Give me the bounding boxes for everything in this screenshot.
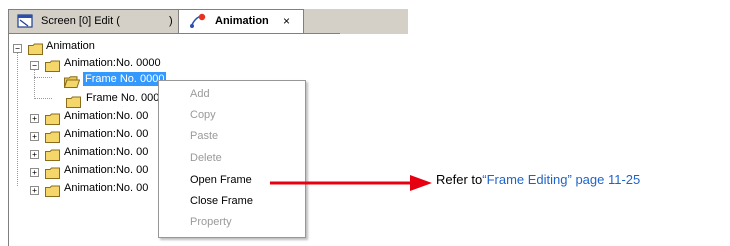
tree-node-frame-selected[interactable]: Frame No. 0000 — [83, 72, 167, 86]
menu-item-open-frame[interactable]: Open Frame — [190, 174, 252, 186]
folder-icon — [45, 128, 60, 143]
menu-item-add[interactable]: Add — [190, 88, 210, 100]
expand-icon[interactable]: + — [30, 168, 39, 177]
collapse-icon[interactable]: − — [30, 61, 39, 70]
tree-node-root[interactable]: Animation — [46, 39, 95, 53]
context-menu — [158, 80, 306, 238]
tree-node-group[interactable]: Animation:No. 00 — [64, 181, 148, 195]
tab-animation[interactable]: Animation × — [178, 9, 304, 33]
expand-icon[interactable]: + — [30, 186, 39, 195]
tab-screen-edit-label: Screen [0] Edit ( — [41, 15, 120, 27]
reference-note: Refer to“Frame Editing” page 11-25 — [436, 172, 640, 187]
folder-icon — [45, 110, 60, 125]
tree-node-group[interactable]: Animation:No. 00 — [64, 127, 148, 141]
tree-connector — [34, 98, 52, 99]
expand-icon[interactable]: + — [30, 150, 39, 159]
folder-icon — [45, 164, 60, 179]
tab-screen-edit-close[interactable]: ) — [169, 15, 173, 27]
note-link[interactable]: “Frame Editing” page 11-25 — [482, 172, 640, 187]
folder-icon — [45, 146, 60, 161]
tree-node-group[interactable]: Animation:No. 00 — [64, 109, 148, 123]
tab-animation-label: Animation — [215, 15, 269, 27]
collapse-icon[interactable]: − — [13, 44, 22, 53]
menu-item-copy[interactable]: Copy — [190, 109, 216, 121]
menu-item-close-frame[interactable]: Close Frame — [190, 195, 253, 207]
screen-icon — [17, 13, 33, 33]
tree-node-frame[interactable]: Frame No. 000 — [86, 91, 159, 105]
tab-screen-edit[interactable]: Screen [0] Edit ( ) — [8, 9, 186, 33]
tree-connector — [34, 66, 35, 99]
animation-icon — [189, 13, 207, 33]
menu-item-delete[interactable]: Delete — [190, 152, 222, 164]
tree-connector — [34, 77, 52, 78]
expand-icon[interactable]: + — [30, 114, 39, 123]
tree-node-group[interactable]: Animation:No. 00 — [64, 163, 148, 177]
note-prefix: Refer to — [436, 172, 483, 187]
menu-item-paste[interactable]: Paste — [190, 130, 218, 142]
tree-node-group[interactable]: Animation:No. 00 — [64, 145, 148, 159]
open-folder-icon — [63, 73, 81, 88]
folder-icon — [28, 40, 43, 55]
folder-icon — [45, 182, 60, 197]
folder-icon — [45, 57, 60, 72]
pointer-arrow-icon — [270, 175, 432, 191]
close-icon[interactable]: × — [283, 14, 290, 28]
expand-icon[interactable]: + — [30, 132, 39, 141]
tree-connector — [17, 50, 18, 186]
folder-icon — [66, 93, 81, 108]
tree-node-group[interactable]: Animation:No. 0000 — [64, 56, 161, 70]
menu-item-property[interactable]: Property — [190, 216, 232, 228]
